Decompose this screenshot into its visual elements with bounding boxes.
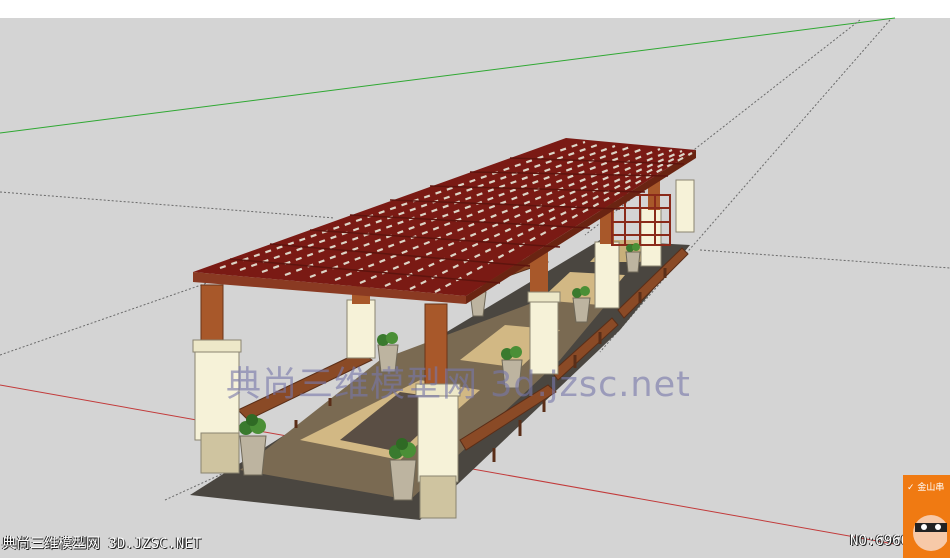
- planter: [625, 243, 641, 273]
- mascot-icon: [913, 515, 947, 551]
- brand-badge-label: ✓ 金山串: [907, 483, 945, 493]
- planter: [389, 438, 417, 501]
- center-watermark: 典尚三维模型网 3d.jzsc.net: [226, 365, 691, 405]
- 3d-scene: [0, 17, 950, 546]
- green-axis-line: [0, 17, 896, 134]
- viewport: 典尚三维模型网 3d.jzsc.net 典尚三维模型网 3D.JZSC.NET …: [0, 0, 950, 558]
- planter: [239, 414, 267, 476]
- brand-badge: ✓ 金山串: [903, 475, 950, 558]
- bottom-left-watermark: 典尚三维模型网 3D.JZSC.NET: [2, 536, 202, 552]
